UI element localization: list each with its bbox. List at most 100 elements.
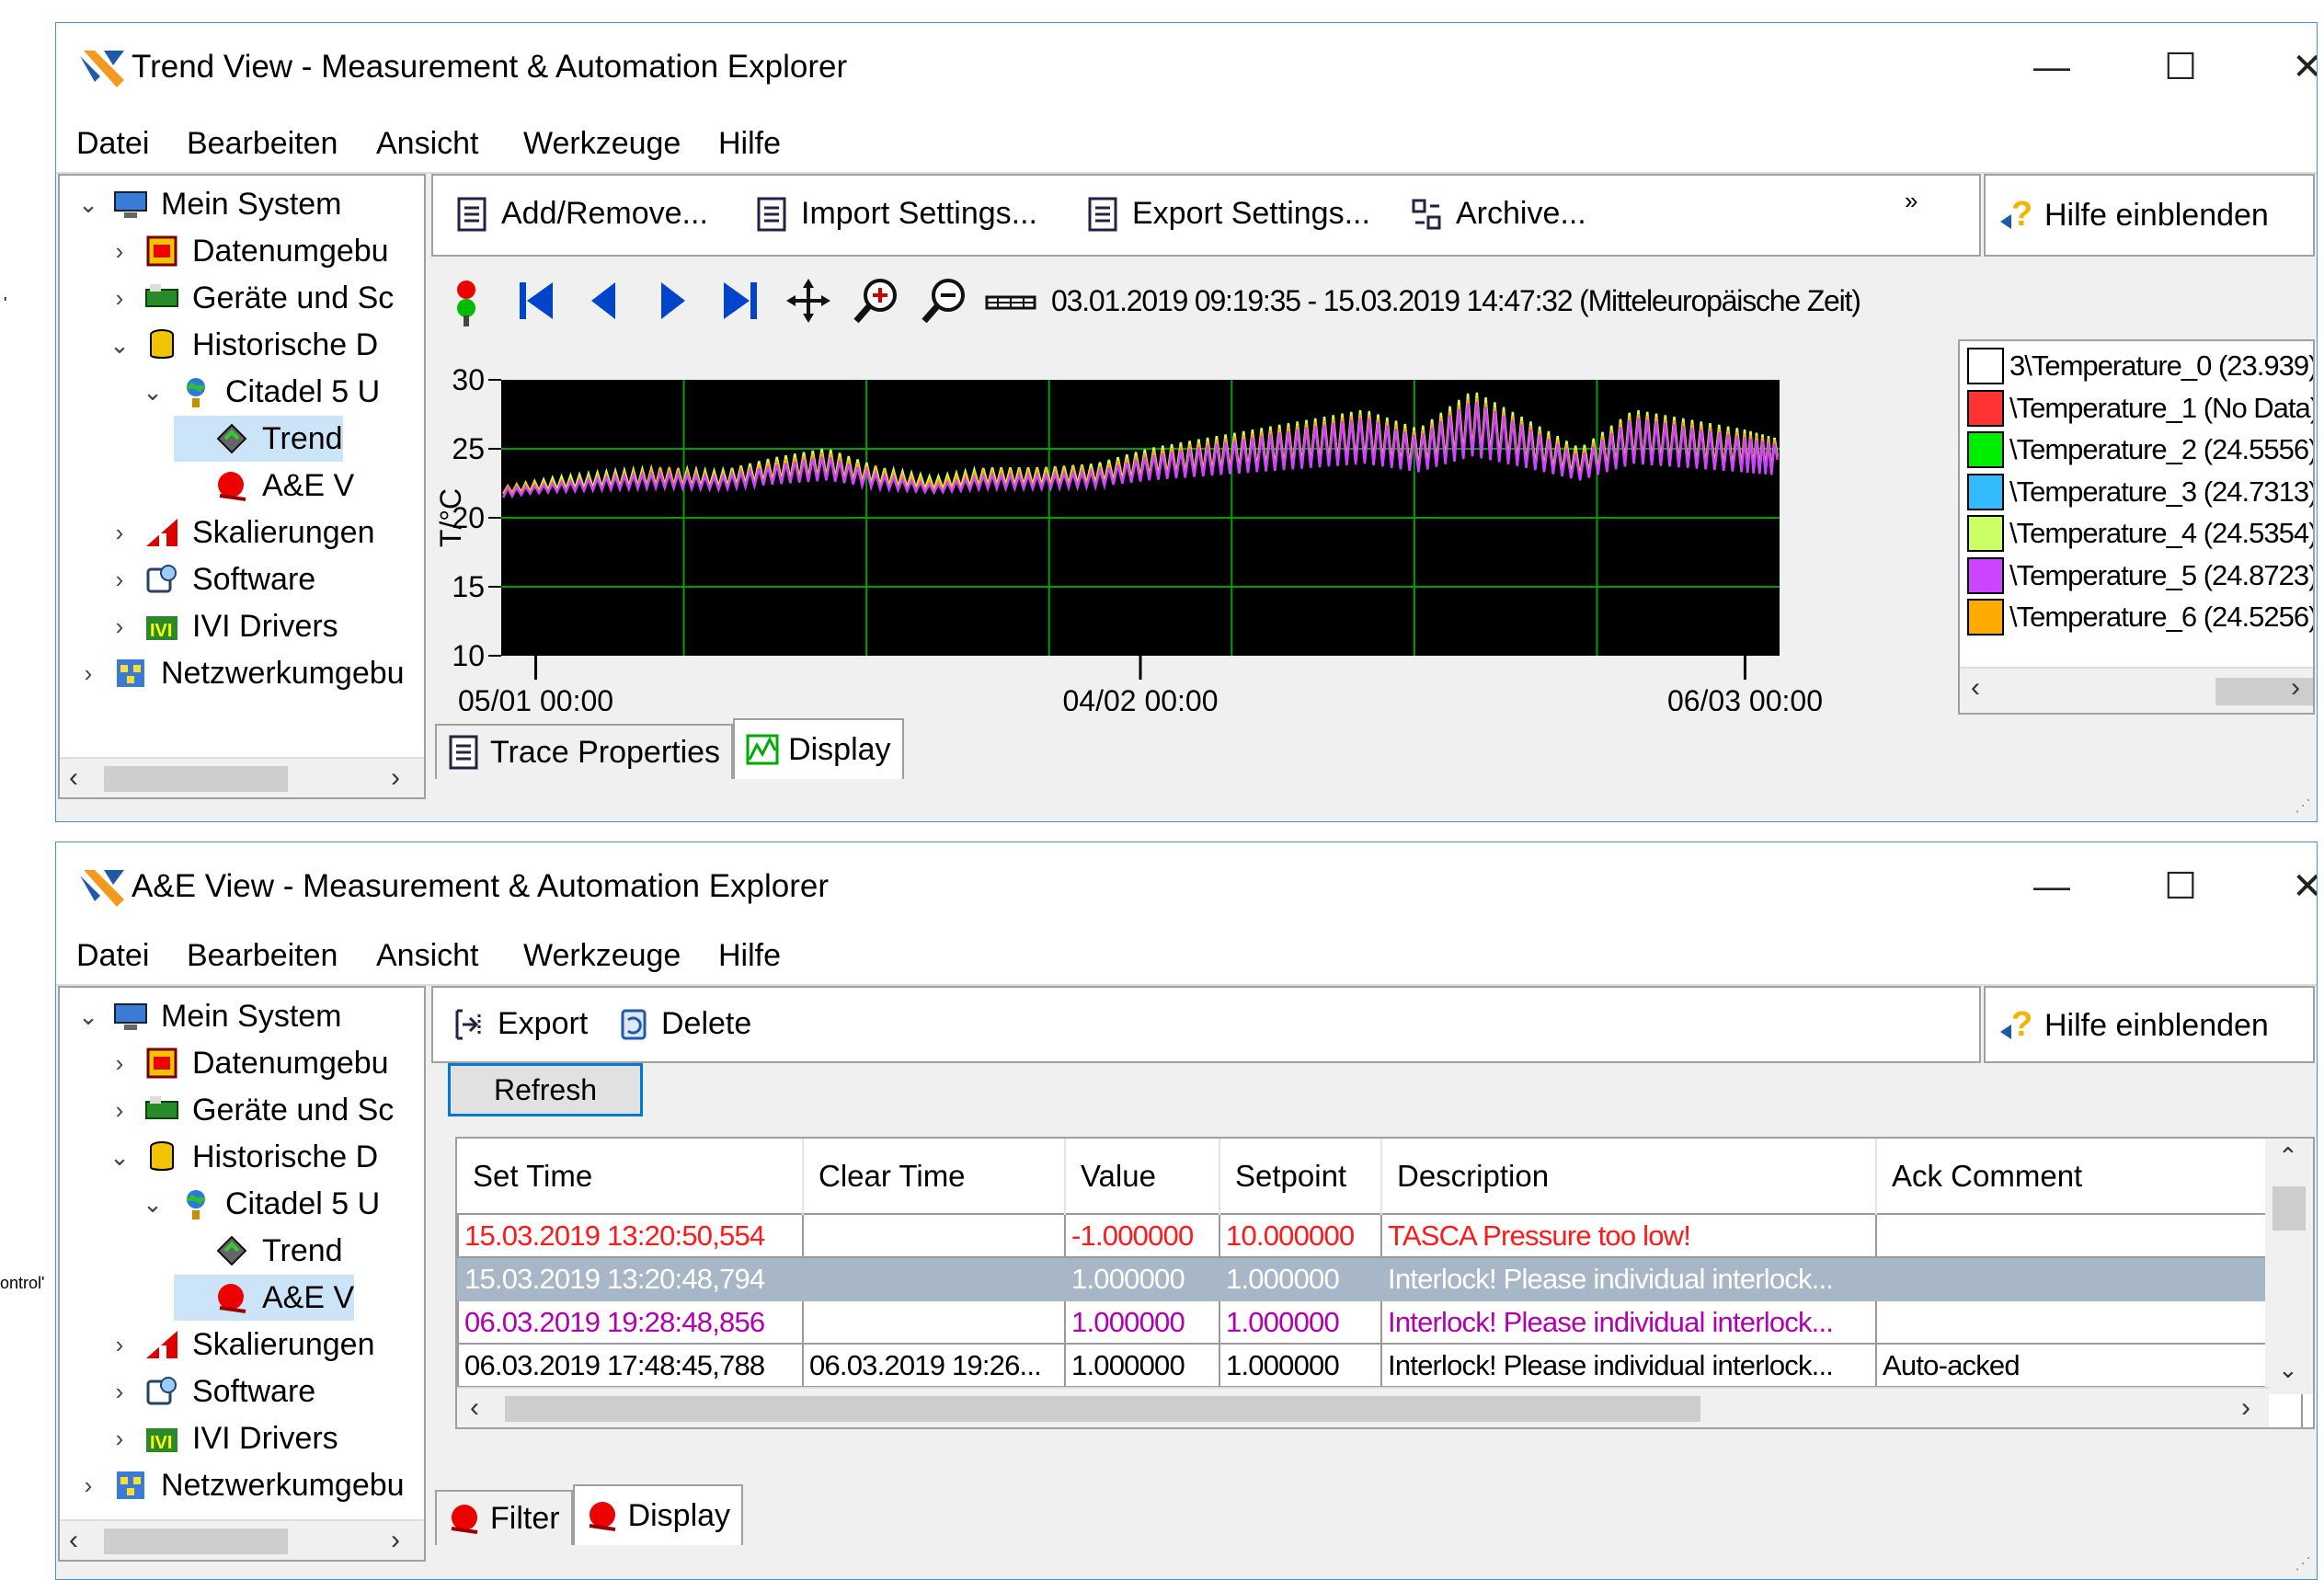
legend-entry[interactable]: \Temperature_6 (24.5256): [1967, 598, 2313, 636]
table-row[interactable]: 06.03.2019 17:48:45,788 06.03.2019 19:26.…: [457, 1343, 2303, 1388]
step-forward-icon[interactable]: [645, 273, 700, 328]
add-remove-button[interactable]: Add/Remove...: [457, 196, 708, 232]
collapse-chevron-icon[interactable]: ⌄: [73, 1002, 104, 1031]
tree-item-netzwerkumgebu[interactable]: › Netzwerkumgebu: [73, 1462, 405, 1508]
tree-item-trend[interactable]: Trend: [174, 1228, 343, 1274]
column-header-set-time[interactable]: Set Time: [458, 1139, 804, 1214]
legend-entry[interactable]: \Temperature_5 (24.8723): [1967, 556, 2313, 595]
tree-item-ivi-drivers[interactable]: › IVI IVI Drivers: [104, 1415, 338, 1461]
tab-display[interactable]: Display: [572, 1484, 744, 1545]
tree-item-a-e-v[interactable]: A&E V: [174, 463, 354, 509]
resize-grip[interactable]: ⋰: [2295, 796, 2311, 816]
table-row[interactable]: 06.03.2019 19:28:48,856 1.000000 1.000000 I…: [457, 1299, 2303, 1345]
expand-chevron-icon[interactable]: ›: [104, 237, 135, 266]
legend-horizontal-scrollbar[interactable]: ‹ ›: [1960, 667, 2313, 713]
import-settings-button[interactable]: Import Settings...: [757, 196, 1037, 232]
tree-horizontal-scrollbar[interactable]: ‹ ›: [60, 757, 424, 797]
legend-entry[interactable]: \Temperature_1 (No Data): [1967, 389, 2313, 428]
menu-ansicht[interactable]: Ansicht: [376, 126, 479, 162]
zoom-out-icon[interactable]: [917, 273, 972, 328]
column-header-setpoint[interactable]: Setpoint: [1219, 1139, 1382, 1214]
tree-item-a-e-v[interactable]: A&E V: [174, 1275, 355, 1321]
toolbar-overflow-button[interactable]: »: [1905, 187, 1918, 215]
column-header-clear-time[interactable]: Clear Time: [803, 1139, 1066, 1214]
collapse-chevron-icon[interactable]: ⌄: [137, 378, 168, 406]
scrollbar-thumb[interactable]: [2272, 1186, 2306, 1231]
expand-chevron-icon[interactable]: ›: [104, 613, 135, 641]
archive-button[interactable]: Archive...: [1412, 196, 1586, 232]
maximize-button[interactable]: ☐: [2125, 853, 2236, 920]
scroll-up-arrow[interactable]: ⌃: [2278, 1142, 2298, 1171]
tree-item-software[interactable]: › Software: [104, 556, 316, 602]
expand-chevron-icon[interactable]: ›: [73, 1471, 104, 1500]
go-last-icon[interactable]: [713, 273, 768, 328]
refresh-button[interactable]: Refresh: [448, 1063, 643, 1116]
expand-chevron-icon[interactable]: ›: [104, 566, 135, 594]
expand-chevron-icon[interactable]: ›: [104, 284, 135, 313]
collapse-chevron-icon[interactable]: ⌄: [137, 1190, 168, 1219]
tree-item-datenumgebu[interactable]: › Datenumgebu: [104, 1040, 389, 1086]
pan-icon[interactable]: [781, 273, 836, 328]
close-button[interactable]: ✕: [2252, 853, 2317, 920]
resize-grip[interactable]: ⋰: [2295, 1554, 2311, 1574]
expand-chevron-icon[interactable]: ›: [104, 1425, 135, 1453]
tree-item-historische-d[interactable]: ⌄ Historische D: [104, 1134, 378, 1180]
legend-entry[interactable]: \Temperature_3 (24.7313): [1967, 473, 2313, 511]
zoom-in-icon[interactable]: [849, 273, 904, 328]
table-vertical-scrollbar[interactable]: ⌃ ⌄: [2265, 1139, 2313, 1394]
collapse-chevron-icon[interactable]: ⌄: [73, 190, 104, 219]
menu-hilfe[interactable]: Hilfe: [718, 938, 781, 974]
menu-bearbeiten[interactable]: Bearbeiten: [187, 126, 338, 162]
menu-datei[interactable]: Datei: [76, 126, 149, 162]
expand-chevron-icon[interactable]: ›: [104, 519, 135, 547]
scroll-left-arrow[interactable]: ‹: [470, 1392, 479, 1424]
legend-entry[interactable]: \Temperature_4 (24.5354): [1967, 514, 2313, 553]
legend-entry[interactable]: 3\Temperature_0 (23.939): [1967, 347, 2313, 385]
tree-item-ger-te-und-sc[interactable]: › Geräte und Sc: [104, 1087, 395, 1133]
menu-hilfe[interactable]: Hilfe: [718, 126, 781, 162]
expand-chevron-icon[interactable]: ›: [104, 1049, 135, 1078]
table-horizontal-scrollbar[interactable]: ‹ ›: [457, 1387, 2269, 1427]
tree-item-citadel-5-u[interactable]: ⌄ Citadel 5 U: [137, 1181, 380, 1227]
maximize-button[interactable]: ☐: [2125, 34, 2236, 100]
tree-item-ivi-drivers[interactable]: › IVI IVI Drivers: [104, 603, 338, 649]
collapse-chevron-icon[interactable]: ⌄: [104, 1143, 135, 1172]
tree-item-historische-d[interactable]: ⌄ Historische D: [104, 322, 378, 368]
export-button[interactable]: Export: [453, 1006, 588, 1042]
tree-item-datenumgebu[interactable]: › Datenumgebu: [104, 228, 389, 274]
minimize-button[interactable]: —: [1997, 853, 2107, 920]
menu-bearbeiten[interactable]: Bearbeiten: [187, 938, 338, 974]
scrollbar-thumb[interactable]: [104, 1528, 288, 1554]
step-back-icon[interactable]: [577, 273, 632, 328]
tree-item-mein-system[interactable]: ⌄ Mein System: [73, 181, 341, 227]
title-bar[interactable]: A&E View - Measurement & Automation Expl…: [56, 842, 2317, 934]
tab-filter[interactable]: Filter: [435, 1490, 573, 1545]
tree-item-citadel-5-u[interactable]: ⌄ Citadel 5 U: [137, 369, 380, 415]
tree-item-trend[interactable]: Trend: [174, 416, 343, 462]
tree-item-skalierungen[interactable]: › Skalierungen: [104, 1322, 375, 1368]
column-header-value[interactable]: Value: [1065, 1139, 1220, 1214]
show-help-button[interactable]: ? Hilfe einblenden: [1998, 1004, 2269, 1047]
tree-item-ger-te-und-sc[interactable]: › Geräte und Sc: [104, 275, 395, 321]
scroll-right-arrow[interactable]: ›: [391, 762, 400, 794]
close-button[interactable]: ✕: [2252, 34, 2317, 100]
scroll-right-arrow[interactable]: ›: [391, 1525, 400, 1556]
scroll-right-arrow[interactable]: ›: [2241, 1392, 2250, 1424]
scroll-left-arrow[interactable]: ‹: [1971, 672, 1980, 704]
menu-werkzeuge[interactable]: Werkzeuge: [523, 938, 681, 974]
expand-chevron-icon[interactable]: ›: [104, 1331, 135, 1359]
tab-display[interactable]: Display: [733, 718, 904, 779]
export-settings-button[interactable]: Export Settings...: [1088, 196, 1370, 232]
scroll-right-arrow[interactable]: ›: [2291, 672, 2300, 704]
legend-entry[interactable]: \Temperature_2 (24.5556): [1967, 430, 2313, 469]
show-help-button[interactable]: ? Hilfe einblenden: [1998, 194, 2269, 236]
scroll-down-arrow[interactable]: ⌄: [2278, 1356, 2298, 1384]
tree-item-mein-system[interactable]: ⌄ Mein System: [73, 993, 341, 1039]
column-header-description[interactable]: Description: [1381, 1139, 1877, 1214]
minimize-button[interactable]: —: [1997, 34, 2107, 100]
collapse-chevron-icon[interactable]: ⌄: [104, 331, 135, 360]
delete-button[interactable]: Delete: [617, 1006, 751, 1042]
table-row[interactable]: 15.03.2019 13:20:48,794 1.000000 1.000000 I…: [457, 1256, 2303, 1301]
expand-chevron-icon[interactable]: ›: [104, 1096, 135, 1125]
menu-datei[interactable]: Datei: [76, 938, 149, 974]
